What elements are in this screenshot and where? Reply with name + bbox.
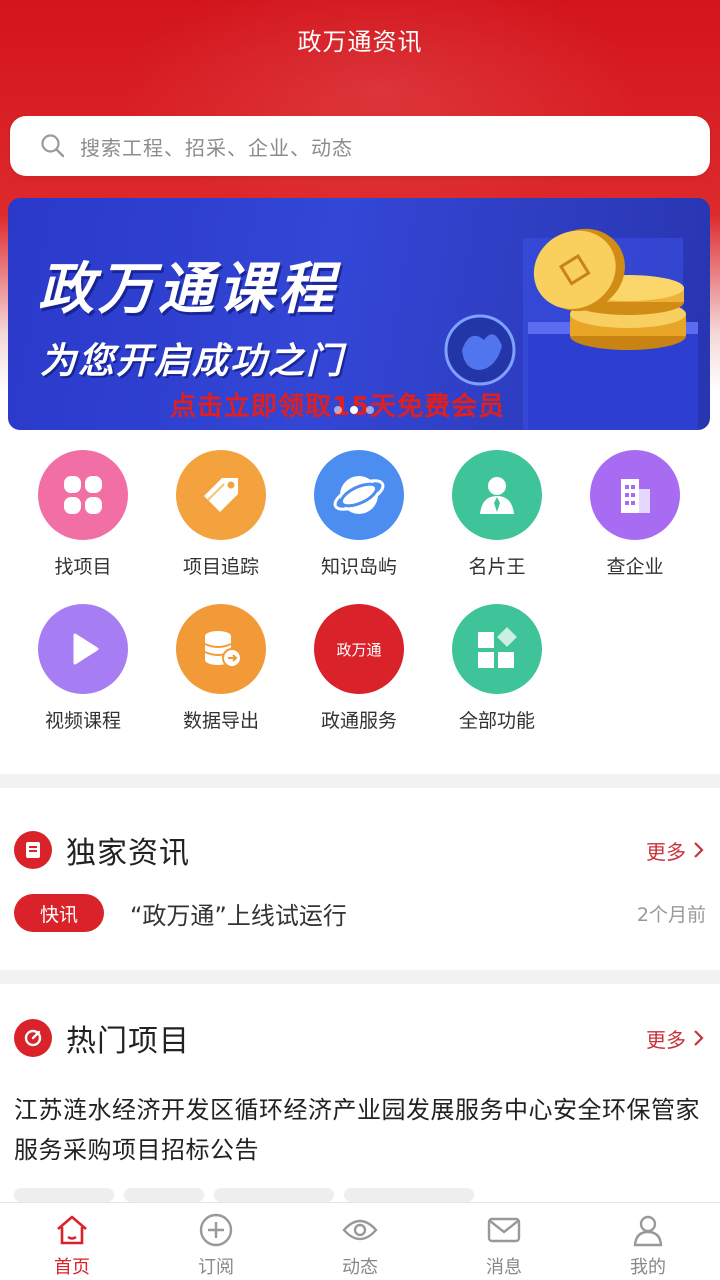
tab-label: 我的 [630, 1257, 666, 1278]
database-icon [176, 604, 266, 694]
more-label: 更多 [646, 839, 686, 864]
grid-item-business-card[interactable]: 名片王 [428, 450, 566, 579]
grid-item-label: 视频课程 [44, 710, 121, 732]
mail-icon [487, 1217, 521, 1243]
grid-item-zwt-service[interactable]: 政万通 政通服务 [290, 604, 428, 733]
news-icon [14, 831, 52, 869]
globe-icon [314, 450, 404, 540]
grid-item-label: 查企业 [606, 556, 664, 578]
news-time: 2个月前 [636, 903, 706, 926]
more-link[interactable]: 更多 [646, 836, 706, 865]
section-divider [0, 970, 720, 984]
zwt-logo-text: 政万通 [336, 641, 381, 659]
building-icon [590, 450, 680, 540]
tab-label: 动态 [342, 1257, 378, 1278]
banner-dot[interactable] [334, 406, 342, 414]
banner-pagination [334, 406, 374, 414]
exclusive-news-header: 独家资讯 更多 [14, 830, 706, 871]
more-link[interactable]: 更多 [646, 1024, 706, 1053]
grid-item-video-course[interactable]: 视频课程 [14, 604, 152, 733]
grid-item-project-tracking[interactable]: 项目追踪 [152, 450, 290, 579]
grid-item-label: 全部功能 [458, 710, 535, 732]
grid-item-label: 数据导出 [182, 710, 259, 732]
tab-profile[interactable]: 我的 [576, 1203, 720, 1280]
person-icon [452, 450, 542, 540]
more-label: 更多 [646, 1027, 686, 1052]
news-item[interactable]: 快讯 “政万通”上线试运行 2个月前 [14, 892, 706, 934]
grid-item-company-search[interactable]: 查企业 [566, 450, 704, 579]
project-tags-placeholder [14, 1188, 474, 1202]
grid-item-all-functions[interactable]: 全部功能 [428, 604, 566, 733]
chevron-right-icon [694, 1030, 704, 1046]
search-bar[interactable]: 搜索工程、招采、企业、动态 [10, 116, 710, 176]
hot-projects-header: 热门项目 更多 [14, 1018, 706, 1059]
banner-subtitle: 为您开启成功之门 [40, 341, 345, 382]
clover-icon [38, 450, 128, 540]
tab-label: 消息 [486, 1257, 522, 1278]
news-title: “政万通”上线试运行 [130, 901, 347, 930]
grid-item-label: 政通服务 [320, 710, 397, 732]
grid-item-knowledge-island[interactable]: 知识岛屿 [290, 450, 428, 579]
news-tag-badge: 快讯 [14, 894, 104, 932]
banner-title: 政万通课程 [38, 257, 338, 322]
tab-subscribe[interactable]: 订阅 [144, 1203, 288, 1280]
project-tag [14, 1188, 114, 1202]
promo-banner[interactable]: 政万通课程 为您开启成功之门 点击立即领取15天免费会员 [8, 198, 710, 430]
eye-icon [342, 1219, 378, 1241]
grid-item-find-project[interactable]: 找项目 [14, 450, 152, 579]
fire-icon [14, 1019, 52, 1057]
chevron-right-icon [694, 842, 704, 858]
section-divider [0, 774, 720, 788]
section-title: 热门项目 [66, 1024, 190, 1059]
tag-icon [176, 450, 266, 540]
grid-item-label: 知识岛屿 [320, 556, 397, 578]
search-icon [41, 134, 65, 158]
app-title: 政万通资讯 [297, 28, 423, 56]
tab-messages[interactable]: 消息 [432, 1203, 576, 1280]
user-icon [633, 1215, 663, 1247]
banner-cta: 点击立即领取15天免费会员 [170, 386, 505, 423]
banner-dot-active[interactable] [350, 406, 358, 414]
plus-circle-icon [199, 1213, 233, 1247]
grid-item-label: 项目追踪 [182, 556, 259, 578]
section-title: 独家资讯 [66, 836, 190, 871]
tab-activity[interactable]: 动态 [288, 1203, 432, 1280]
project-tag [214, 1188, 334, 1202]
project-tag [344, 1188, 474, 1202]
tab-label: 订阅 [198, 1257, 234, 1278]
banner-dot[interactable] [366, 406, 374, 414]
search-placeholder: 搜索工程、招采、企业、动态 [80, 135, 353, 160]
grid-item-label: 找项目 [54, 556, 112, 578]
project-tag [124, 1188, 204, 1202]
tab-home[interactable]: 首页 [0, 1203, 144, 1280]
apps-icon [452, 604, 542, 694]
zwt-logo-icon: 政万通 [314, 604, 404, 694]
grid-item-data-export[interactable]: 数据导出 [152, 604, 290, 733]
home-icon [57, 1215, 87, 1245]
play-icon [38, 604, 128, 694]
project-item-title[interactable]: 江苏涟水经济开发区循环经济产业园发展服务中心安全环保管家服务采购项目招标公告 [14, 1090, 710, 1170]
grid-item-label: 名片王 [468, 556, 526, 578]
tab-label: 首页 [54, 1257, 90, 1278]
bottom-tab-bar: 首页 订阅 动态 消息 我的 [0, 1202, 720, 1280]
